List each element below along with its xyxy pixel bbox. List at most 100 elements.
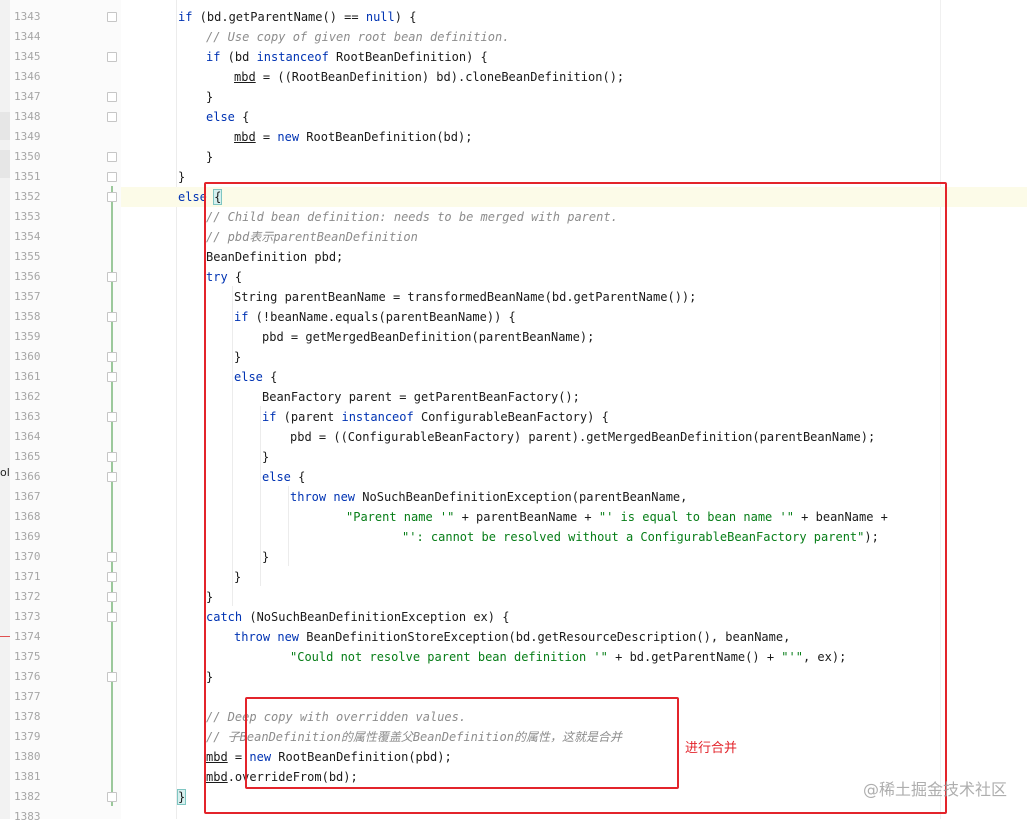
code-line[interactable]: } [121, 147, 1027, 167]
fold-toggle-icon[interactable] [107, 592, 117, 602]
gutter-row: 1375 [10, 647, 121, 667]
gutter-row: 1371 [10, 567, 121, 587]
line-number: 1382 [14, 790, 41, 803]
line-number: 1349 [14, 130, 41, 143]
fold-toggle-icon[interactable] [107, 372, 117, 382]
line-number: 1356 [14, 270, 41, 283]
code-line[interactable]: mbd = new RootBeanDefinition(bd); [121, 127, 1027, 147]
gutter-row: 1372 [10, 587, 121, 607]
fold-toggle-icon[interactable] [107, 612, 117, 622]
line-number: 1377 [14, 690, 41, 703]
fold-toggle-icon[interactable] [107, 192, 117, 202]
gutter-row: 1350 [10, 147, 121, 167]
gutter-row: 1356 [10, 267, 121, 287]
merge-code-highlight [245, 697, 679, 789]
line-number: 1367 [14, 490, 41, 503]
code-text: mbd = new RootBeanDefinition(bd); [234, 130, 472, 144]
code-line[interactable]: mbd = ((RootBeanDefinition) bd).cloneBea… [121, 67, 1027, 87]
keyword-token: else [206, 110, 235, 124]
fold-toggle-icon[interactable] [107, 472, 117, 482]
line-number: 1373 [14, 610, 41, 623]
line-number: 1352 [14, 190, 41, 203]
merge-annotation: 进行合并 [685, 741, 738, 756]
fold-toggle-icon[interactable] [107, 112, 117, 122]
gutter-row: 1381 [10, 767, 121, 787]
fold-toggle-icon[interactable] [107, 412, 117, 422]
gutter-row: 1379 [10, 727, 121, 747]
line-number: 1378 [14, 710, 41, 723]
code-token: } [178, 170, 186, 184]
code-line[interactable]: // Use copy of given root bean definitio… [121, 27, 1027, 47]
line-number: 1353 [14, 210, 41, 223]
code-token: { [234, 110, 250, 124]
fold-toggle-icon[interactable] [107, 272, 117, 282]
gutter-row: 1377 [10, 687, 121, 707]
gutter-row: 1374 [10, 627, 121, 647]
fold-toggle-icon[interactable] [107, 792, 117, 802]
gutter-row: 1370 [10, 547, 121, 567]
code-text: if (bd instanceof RootBeanDefinition) { [206, 50, 488, 64]
fold-toggle-icon[interactable] [107, 152, 117, 162]
comment-token: // Use copy of given root bean definitio… [206, 30, 510, 44]
gutter-row: 1354 [10, 227, 121, 247]
line-number: 1376 [14, 670, 41, 683]
line-number: 1357 [14, 290, 41, 303]
code-token: mbd [234, 130, 256, 144]
fold-toggle-icon[interactable] [107, 172, 117, 182]
code-text: } [206, 150, 213, 164]
fold-toggle-icon[interactable] [107, 552, 117, 562]
keyword-token: null [365, 10, 395, 24]
strip-error-mark [0, 636, 10, 637]
line-number: 1380 [14, 750, 41, 763]
gutter-row: 1364 [10, 427, 121, 447]
fold-toggle-icon[interactable] [107, 52, 117, 62]
line-number: 1365 [14, 450, 41, 463]
fold-toggle-icon[interactable] [107, 452, 117, 462]
code-text: } [176, 789, 187, 805]
fold-toggle-icon[interactable] [107, 672, 117, 682]
keyword-token: if [178, 10, 193, 24]
gutter-row: 1367 [10, 487, 121, 507]
line-number: 1361 [14, 370, 41, 383]
line-number: 1379 [14, 730, 41, 743]
gutter-row: 1349 [10, 127, 121, 147]
line-number: 1359 [14, 330, 41, 343]
gutter-row: 1362 [10, 387, 121, 407]
gutter-row: 1351 [10, 167, 121, 187]
keyword-token: new [277, 130, 300, 144]
code-line[interactable]: if (bd.getParentName() == null) { [121, 7, 1027, 27]
line-number: 1347 [14, 90, 41, 103]
line-number: 1372 [14, 590, 41, 603]
line-number: 1363 [14, 410, 41, 423]
gutter-row: 1383 [10, 807, 121, 827]
watermark: @稀土掘金技术社区 [862, 780, 1007, 799]
gutter-row: 1360 [10, 347, 121, 367]
line-number: 1343 [14, 10, 41, 23]
fold-toggle-icon[interactable] [107, 92, 117, 102]
code-line[interactable]: if (bd instanceof RootBeanDefinition) { [121, 47, 1027, 67]
keyword-token: if [206, 50, 221, 64]
fold-toggle-icon[interactable] [107, 352, 117, 362]
line-number: 1375 [14, 650, 41, 663]
gutter-row: 1382 [10, 787, 121, 807]
code-token: (bd [220, 50, 257, 64]
code-line[interactable]: else { [121, 107, 1027, 127]
code-token: = ((RootBeanDefinition) bd).cloneBeanDef… [255, 70, 625, 84]
code-token: ) { [394, 10, 417, 24]
brace-caret: } [176, 789, 187, 805]
code-line[interactable]: } [121, 87, 1027, 107]
line-number: 1350 [14, 150, 41, 163]
fold-toggle-icon[interactable] [107, 12, 117, 22]
gutter-row: 1352 [10, 187, 121, 207]
line-number: 1364 [14, 430, 41, 443]
line-number: 1381 [14, 770, 41, 783]
fold-toggle-icon[interactable] [107, 312, 117, 322]
gutter-row: 1344 [10, 27, 121, 47]
strip-marker [0, 150, 10, 178]
line-number: 1362 [14, 390, 41, 403]
code-token: } [206, 90, 214, 104]
gutter-row: 1380 [10, 747, 121, 767]
line-number-gutter: 1343 1344 1345 1346 1347 1348 1349 1350 1351 1352… [10, 0, 121, 823]
gutter-row: 1355 [10, 247, 121, 267]
fold-toggle-icon[interactable] [107, 572, 117, 582]
